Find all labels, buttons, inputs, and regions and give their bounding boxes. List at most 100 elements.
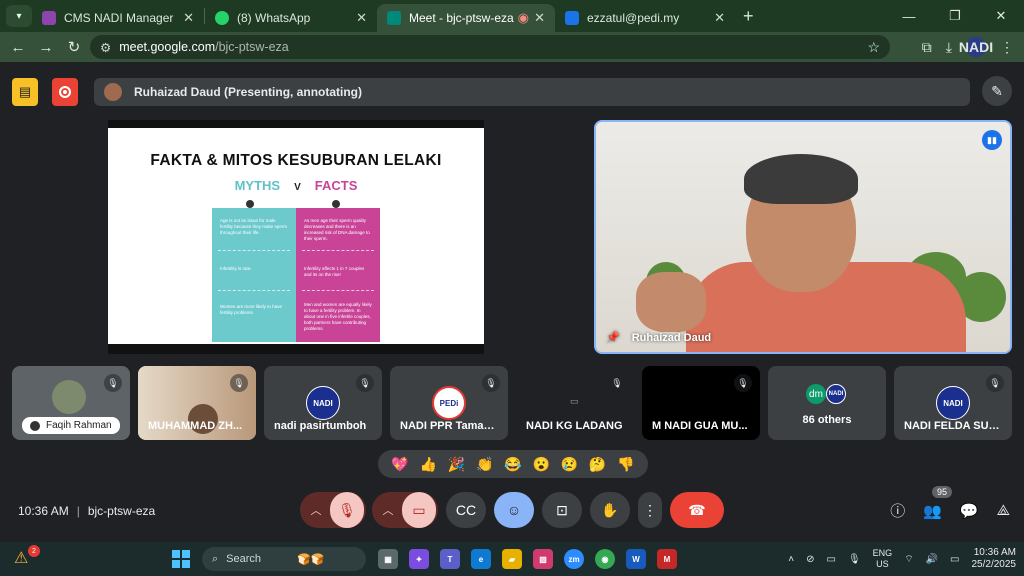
side-panel-controls: ⓘ 👥 💬 ⟁	[890, 500, 1010, 521]
camera-options-chevron-icon[interactable]: ︿	[374, 502, 402, 518]
wifi-icon[interactable]: ⌔	[904, 553, 913, 566]
speaker-hand-image	[636, 272, 706, 332]
site-info-icon[interactable]: ⚙	[100, 40, 111, 55]
mcafee-icon[interactable]: M	[657, 549, 677, 569]
volume-icon[interactable]: 🔊	[926, 554, 938, 565]
mic-tray-icon[interactable]: 🎙	[848, 554, 861, 565]
reaction-laugh[interactable]: 😂	[504, 456, 521, 473]
reaction-thumbs-down[interactable]: 👎	[617, 456, 634, 473]
reaction-sad[interactable]: 😢	[561, 456, 578, 473]
tab-whatsapp[interactable]: (8) WhatsApp ✕	[205, 4, 377, 32]
participant-tile[interactable]: NADI 🎙 NADI FELDA SUN...	[894, 366, 1012, 440]
chevron-down-icon: ▾	[16, 10, 22, 22]
mic-off-icon: 🎙	[734, 374, 752, 392]
chat-icon[interactable]: 💬	[960, 502, 979, 520]
mic-off-icon: 🎙	[482, 374, 500, 392]
taskbar-search[interactable]: ⌕ Search 🍞🍞	[202, 547, 366, 571]
participant-name: NADI PPR Taman ...	[400, 420, 500, 432]
mic-off-button[interactable]: 🎙	[330, 492, 364, 528]
menu-dots-icon[interactable]: ⋮	[1000, 39, 1014, 56]
presentation-slide[interactable]: FAKTA & MITOS KESUBURAN LELAKI MYTHS V FAC…	[108, 120, 484, 354]
chrome-icon[interactable]: ◉	[595, 549, 615, 569]
search-placeholder: Search	[226, 553, 262, 565]
pedi-logo: PEDi	[432, 386, 466, 420]
tab-search-button[interactable]: ▾	[6, 5, 32, 27]
info-icon[interactable]: ⓘ	[890, 500, 905, 521]
participant-tile[interactable]: 🎙 Faqih Rahman	[12, 366, 130, 440]
reload-icon[interactable]: ↻	[60, 38, 88, 56]
people-icon[interactable]: 👥	[923, 502, 942, 520]
raise-hand-button[interactable]: ✋	[590, 492, 630, 528]
annotate-button[interactable]: ✎	[982, 76, 1012, 106]
display-tray-icon[interactable]: ▭	[827, 554, 836, 565]
tab-label: CMS NADI Manager	[64, 11, 174, 25]
participant-tile[interactable]: 🎙 M NADI GUA MU...	[642, 366, 760, 440]
minimize-icon[interactable]: —	[886, 0, 932, 32]
close-icon[interactable]: ✕	[183, 10, 194, 26]
present-button[interactable]: ⊡	[542, 492, 582, 528]
tab-mail[interactable]: ezzatul@pedi.my ✕	[555, 4, 735, 32]
mic-off-icon: 🎙	[608, 374, 626, 392]
new-tab-button[interactable]: +	[743, 6, 754, 27]
participant-name-pill: Faqih Rahman	[22, 417, 120, 434]
close-icon[interactable]: ✕	[534, 10, 545, 26]
file-explorer-icon[interactable]: ▰	[502, 549, 522, 569]
restore-icon[interactable]: ❐	[932, 0, 978, 32]
presenter-bar: Ruhaizad Daud (Presenting, annotating)	[94, 78, 970, 106]
others-tile[interactable]: dm NADI 86 others	[768, 366, 886, 440]
fact-cell: Men and women are equally likely to have…	[304, 302, 372, 331]
reaction-thinking[interactable]: 🤔	[589, 456, 606, 473]
teams-icon[interactable]: T	[440, 549, 460, 569]
reaction-heart[interactable]: 💖	[391, 456, 408, 473]
participant-tile[interactable]: ▭ 🎙 NADI KG LADANG	[516, 366, 634, 440]
close-icon[interactable]: ✕	[714, 10, 725, 26]
activities-icon[interactable]: ⟁	[997, 502, 1010, 519]
leave-call-button[interactable]: ☎	[670, 492, 724, 528]
tab-meet[interactable]: Meet - bjc-ptsw-eza ◉ ✕	[377, 4, 555, 32]
copilot-icon[interactable]: ✦	[409, 549, 429, 569]
language-indicator[interactable]: ENG US	[873, 548, 893, 570]
stop-presenting-button[interactable]: ▤	[12, 78, 38, 106]
pin-icon[interactable]: 📌	[606, 331, 620, 344]
meet-stage: ▤ Ruhaizad Daud (Presenting, annotating)…	[0, 62, 1024, 542]
download-icon[interactable]: ⤓	[946, 39, 952, 56]
chevron-up-icon[interactable]: ˄	[788, 554, 794, 565]
recording-indicator-icon: ◉	[517, 10, 529, 25]
participant-tile[interactable]: 🎙 MUHAMMAD ZH...	[138, 366, 256, 440]
camera-off-button[interactable]: ▭	[402, 492, 436, 528]
battery-icon[interactable]: ▭	[950, 554, 959, 565]
store-icon[interactable]: ▧	[533, 549, 553, 569]
profile-avatar[interactable]: NADI	[959, 37, 993, 57]
forward-icon[interactable]: →	[32, 39, 60, 56]
bookmark-star-icon[interactable]: ☆	[867, 39, 880, 56]
mic-options-chevron-icon[interactable]: ︿	[302, 502, 330, 518]
camera-tray-icon[interactable]: ⊘	[806, 554, 814, 565]
clock[interactable]: 10:36 AM 25/2/2025	[972, 547, 1017, 571]
recording-button[interactable]	[52, 78, 78, 106]
reaction-party[interactable]: 🎉	[448, 456, 465, 473]
more-options-button[interactable]: ⋮	[638, 492, 662, 528]
participant-tile[interactable]: PEDi 🎙 NADI PPR Taman ...	[390, 366, 508, 440]
extensions-icon[interactable]: ⧉	[922, 39, 932, 56]
close-icon[interactable]: ✕	[356, 10, 367, 26]
back-icon[interactable]: ←	[4, 39, 32, 56]
reaction-thumbs-up[interactable]: 👍	[420, 456, 437, 473]
edge-icon[interactable]: e	[471, 549, 491, 569]
speaker-video-tile[interactable]: ▮▮ 📌 Ruhaizad Daud	[594, 120, 1012, 354]
start-button[interactable]	[172, 550, 190, 568]
mic-off-icon: 🎙	[338, 501, 356, 518]
captions-button[interactable]: CC	[446, 492, 486, 528]
tab-cms-nadi[interactable]: CMS NADI Manager ✕	[32, 4, 204, 32]
close-window-icon[interactable]: ✕	[978, 0, 1024, 32]
zoom-icon[interactable]: zm	[564, 549, 584, 569]
emoji-button[interactable]: ☺	[494, 492, 534, 528]
participant-tile[interactable]: NADI 🎙 nadi pasirtumboh	[264, 366, 382, 440]
reaction-clap[interactable]: 👏	[476, 456, 493, 473]
task-view-icon[interactable]: ▦	[378, 549, 398, 569]
word-icon[interactable]: W	[626, 549, 646, 569]
url-bar[interactable]: ⚙ meet.google.com/bjc-ptsw-eza ☆	[90, 35, 890, 59]
reaction-surprised[interactable]: 😮	[532, 456, 549, 473]
camera-control-group: ︿ ▭	[372, 492, 438, 528]
pen-icon: ✎	[991, 82, 1003, 99]
widgets-button[interactable]: ⚠ 2	[14, 545, 40, 570]
